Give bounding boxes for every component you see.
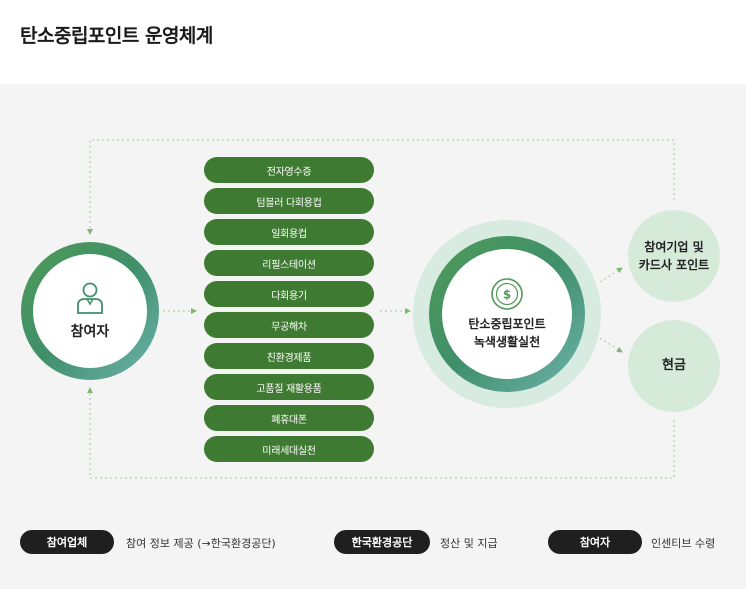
participant-ring: 참여자 (21, 242, 159, 380)
center-label: 탄소중립포인트 녹색생활실천 (468, 315, 545, 351)
legend-badge-company: 참여업체 (20, 530, 114, 554)
activity-pill: 전자영수증 (204, 157, 374, 183)
center-line2: 녹색생활실천 (473, 335, 541, 349)
reward-points-line1: 참여기업 및 (644, 240, 704, 254)
activity-pill: 다회용기 (204, 281, 374, 307)
center-ring: $ 탄소중립포인트 녹색생활실천 (429, 236, 585, 392)
legend-text-company: 참여 정보 제공 (→한국환경공단) (126, 537, 276, 550)
activity-pill: 리필스테이션 (204, 250, 374, 276)
reward-cash-circle: 현금 (628, 320, 720, 412)
stage: 탄소중립포인트 운영체계 참여자 전자영수증 텀블러 다회용컵 일회용컵 리필스… (0, 0, 746, 589)
participant-circle: 참여자 (33, 254, 147, 368)
legend-badge-participant: 참여자 (548, 530, 642, 554)
activity-pill: 무공해차 (204, 312, 374, 338)
legend-text-agency: 정산 및 지급 (440, 537, 498, 550)
arrow-center-cash (599, 337, 623, 353)
person-icon (77, 282, 103, 314)
activity-pill: 일회용컵 (204, 219, 374, 245)
center-circle: $ 탄소중립포인트 녹색생활실천 (442, 249, 572, 379)
arrow-center-points (599, 267, 623, 283)
legend-text-participant: 인센티브 수령 (651, 537, 716, 550)
loop-line-bottom (87, 387, 675, 479)
svg-text:$: $ (503, 288, 511, 302)
activity-pill: 텀블러 다회용컵 (204, 188, 374, 214)
loop-line-top (87, 139, 675, 235)
activity-pill: 미래세대실천 (204, 436, 374, 462)
legend-badge-agency: 한국환경공단 (334, 530, 430, 554)
activity-pill: 폐휴대폰 (204, 405, 374, 431)
reward-points-circle: 참여기업 및 카드사 포인트 (628, 210, 720, 302)
participant-label: 참여자 (70, 324, 110, 340)
coin-dollar-icon: $ (491, 278, 523, 310)
reward-cash-label: 현금 (662, 358, 686, 373)
reward-points-line2: 카드사 포인트 (638, 258, 710, 272)
activity-pill: 고품질 재활용품 (204, 374, 374, 400)
activity-pill: 친환경제품 (204, 343, 374, 369)
center-line1: 탄소중립포인트 (468, 317, 546, 331)
